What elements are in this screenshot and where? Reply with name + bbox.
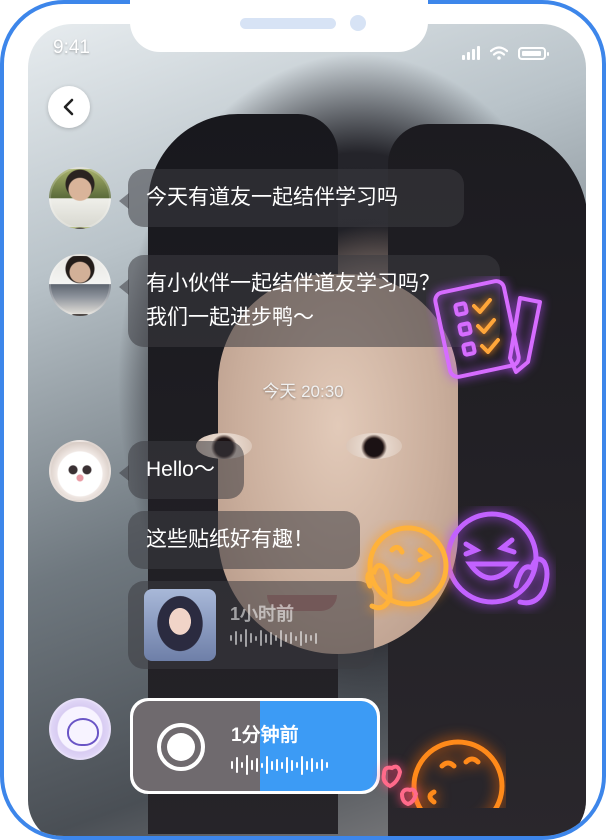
- voice-time-label: 1小时前: [230, 604, 295, 624]
- neon-checklist-sticker[interactable]: [426, 276, 554, 388]
- status-time: 9:41: [53, 37, 90, 58]
- message-text: 这些贴纸好有趣！: [146, 528, 314, 551]
- message-bubble: Hello～: [119, 441, 244, 499]
- neon-laughing-emoji-sticker[interactable]: [440, 506, 556, 614]
- voice-thumbnail: [144, 589, 216, 661]
- neon-kiss-emoji-sticker[interactable]: [372, 716, 506, 808]
- voice-message-bubble[interactable]: 1小时前: [128, 581, 374, 669]
- signal-icon: [462, 46, 480, 60]
- status-icons: [462, 44, 549, 60]
- avatar[interactable]: [49, 698, 111, 760]
- avatar[interactable]: [49, 254, 111, 316]
- message-bubble: 今天有道友一起结伴学习吗: [119, 169, 464, 227]
- message-text: 今天有道友一起结伴学习吗: [146, 186, 398, 209]
- voice-recorder[interactable]: 1分钟前: [130, 698, 380, 794]
- battery-icon: [518, 47, 549, 60]
- voice-waveform: [230, 629, 317, 647]
- avatar[interactable]: [49, 167, 111, 229]
- recorder-time-label: 1分钟前: [231, 725, 299, 746]
- back-button[interactable]: [48, 86, 90, 128]
- message-bubble: 这些贴纸好有趣！: [128, 511, 360, 569]
- message-text: Hello～: [146, 458, 215, 481]
- wifi-icon: [490, 46, 508, 60]
- avatar[interactable]: [49, 440, 111, 502]
- camera: [350, 15, 366, 31]
- neon-happy-emoji-sticker[interactable]: [356, 520, 456, 620]
- speaker-grill: [240, 18, 336, 29]
- back-arrow-icon: [63, 98, 74, 116]
- date-separator: 今天 20:30: [262, 382, 344, 401]
- record-icon[interactable]: [157, 723, 205, 771]
- recorder-waveform: [231, 755, 328, 775]
- notch: [130, 0, 428, 52]
